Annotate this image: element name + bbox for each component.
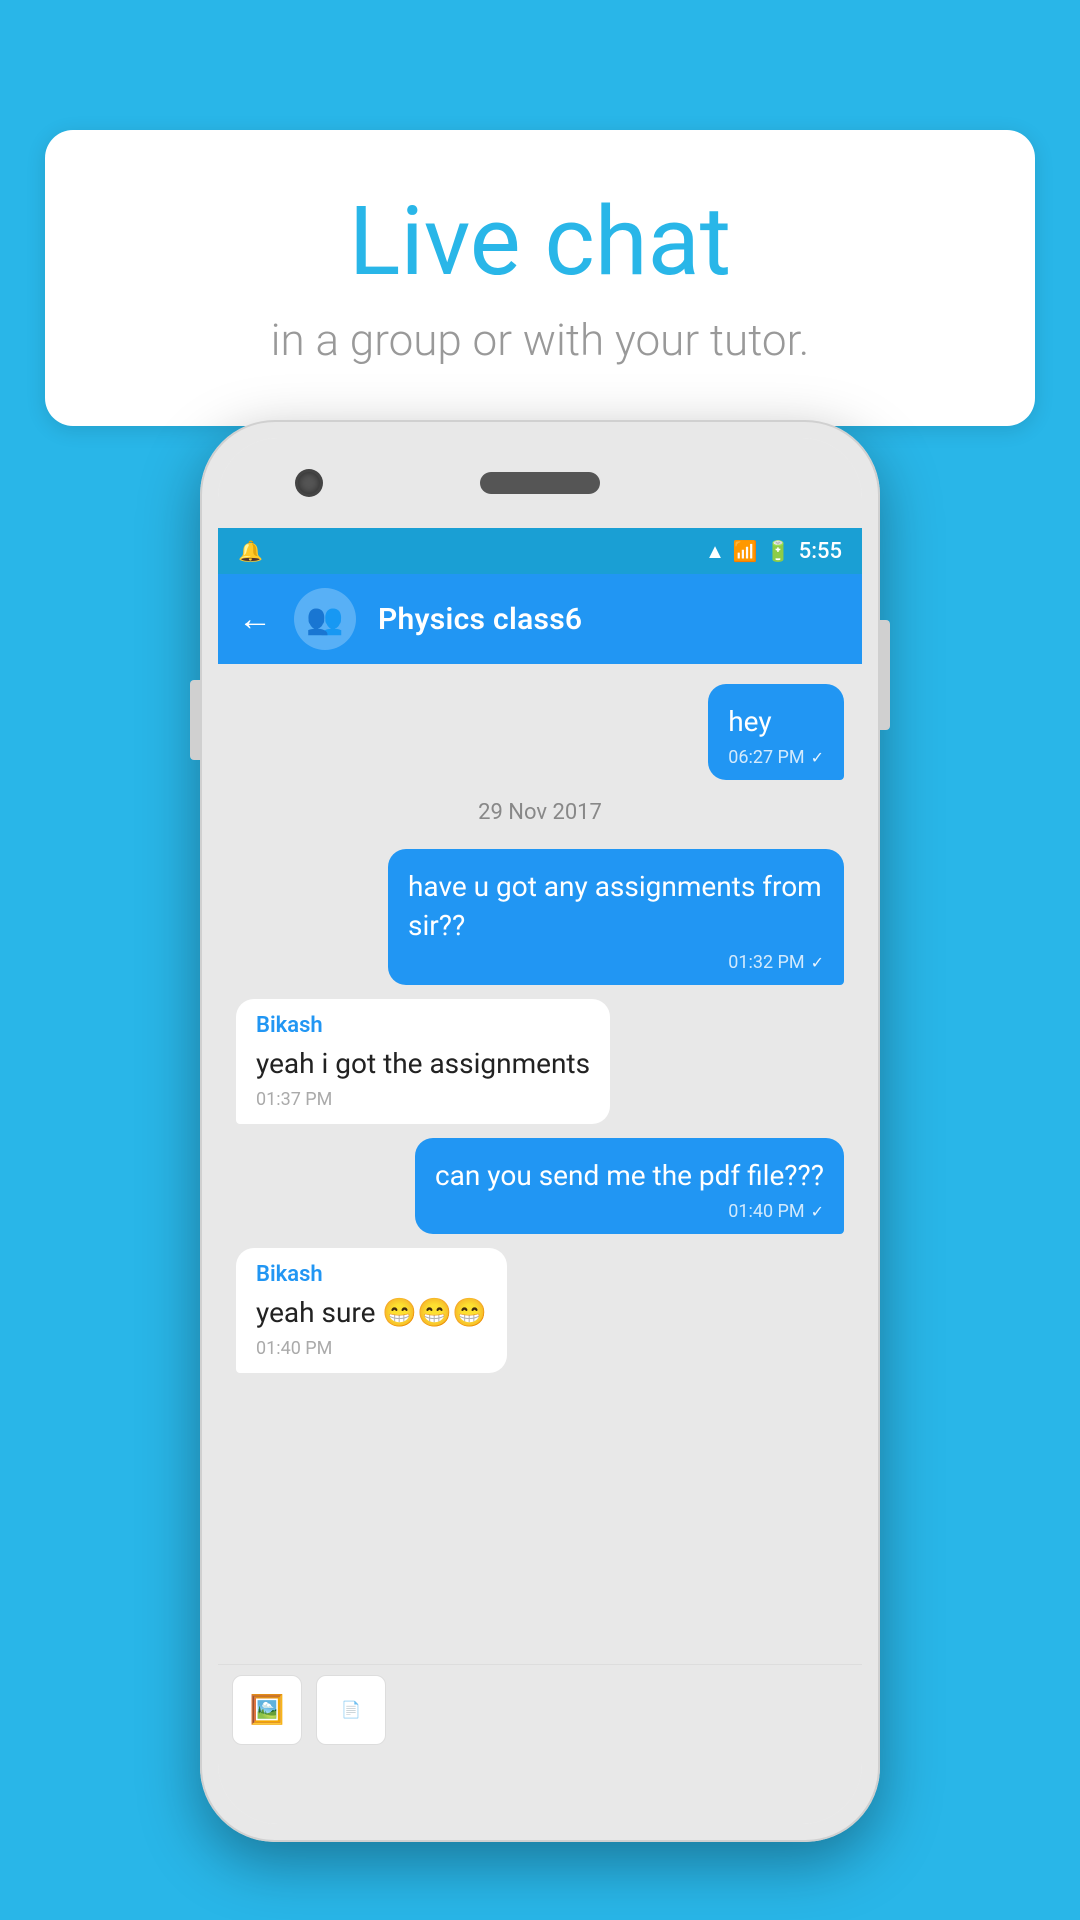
message-row: Bikash yeah i got the assignments 01:37 …	[236, 999, 844, 1124]
attach-image-button[interactable]: 🖼️	[232, 1675, 302, 1745]
input-bar: 🖼️ 📄	[218, 1664, 862, 1754]
message-meta: 01:40 PM ✓	[435, 1201, 824, 1222]
message-time: 01:32 PM	[728, 952, 804, 973]
speech-bubble-card: Live chat in a group or with your tutor.	[45, 130, 1035, 426]
date-divider: 29 Nov 2017	[236, 800, 844, 825]
signal-icon: 📶	[733, 539, 758, 563]
chat-title: Physics class6	[378, 602, 582, 637]
message-time: 01:40 PM	[728, 1201, 804, 1222]
phone-bottom-bezel	[218, 1754, 862, 1824]
outgoing-bubble: hey 06:27 PM ✓	[708, 684, 844, 780]
back-button[interactable]: ←	[238, 599, 272, 639]
message-meta: 01:32 PM ✓	[408, 952, 824, 973]
message-time: 01:40 PM	[256, 1338, 332, 1359]
message-text: can you send me the pdf file???	[435, 1156, 824, 1195]
message-row: have u got any assignments from sir?? 01…	[236, 849, 844, 984]
message-text: have u got any assignments from sir??	[408, 867, 824, 945]
phone-top-bezel	[218, 438, 862, 528]
status-bar: 🔔 ▲ 📶 🔋 5:55	[218, 528, 862, 574]
check-icon: ✓	[811, 748, 824, 767]
front-camera-icon	[298, 472, 320, 494]
phone-outer-shell: 🔔 ▲ 📶 🔋 5:55 ← 👥 Physics class6	[200, 420, 880, 1842]
message-row: Bikash yeah sure 😁😁😁 01:40 PM	[236, 1248, 844, 1373]
live-chat-subtitle: in a group or with your tutor.	[115, 314, 965, 366]
status-bar-left: 🔔	[238, 539, 263, 563]
sender-name: Bikash	[256, 1013, 590, 1038]
message-text: hey	[728, 702, 824, 741]
message-text: yeah i got the assignments	[256, 1044, 590, 1083]
speaker-icon	[480, 472, 600, 494]
image-attach-icon: 🖼️	[250, 1693, 285, 1726]
phone-mockup: 🔔 ▲ 📶 🔋 5:55 ← 👥 Physics class6	[200, 420, 880, 1842]
outgoing-bubble: can you send me the pdf file??? 01:40 PM…	[415, 1138, 844, 1234]
outgoing-bubble: have u got any assignments from sir?? 01…	[388, 849, 844, 984]
message-meta: 06:27 PM ✓	[728, 747, 824, 768]
group-avatar: 👥	[294, 588, 356, 650]
message-text: yeah sure 😁😁😁	[256, 1293, 487, 1332]
message-meta: 01:40 PM	[256, 1338, 487, 1359]
wifi-icon: ▲	[705, 539, 725, 564]
group-icon: 👥	[306, 602, 343, 637]
attach-doc-button[interactable]: 📄	[316, 1675, 386, 1745]
doc-attach-icon: 📄	[341, 1700, 361, 1719]
live-chat-title: Live chat	[115, 190, 965, 296]
check-icon: ✓	[811, 953, 824, 972]
chat-area: hey 06:27 PM ✓ 29 Nov 2017 have u got an	[218, 664, 862, 1664]
incoming-bubble: Bikash yeah sure 😁😁😁 01:40 PM	[236, 1248, 507, 1373]
phone-screen: 🔔 ▲ 📶 🔋 5:55 ← 👥 Physics class6	[218, 528, 862, 1754]
message-meta: 01:37 PM	[256, 1089, 590, 1110]
incoming-bubble: Bikash yeah i got the assignments 01:37 …	[236, 999, 610, 1124]
message-row: hey 06:27 PM ✓	[236, 684, 844, 780]
check-icon: ✓	[811, 1202, 824, 1221]
status-time: 5:55	[799, 539, 842, 564]
notification-icon: 🔔	[238, 539, 263, 563]
phone-inner-shell: 🔔 ▲ 📶 🔋 5:55 ← 👥 Physics class6	[218, 438, 862, 1824]
status-bar-right: ▲ 📶 🔋 5:55	[705, 539, 842, 564]
message-time: 06:27 PM	[728, 747, 804, 768]
battery-icon: 🔋	[766, 539, 791, 563]
message-time: 01:37 PM	[256, 1089, 332, 1110]
sender-name: Bikash	[256, 1262, 487, 1287]
app-bar: ← 👥 Physics class6	[218, 574, 862, 664]
message-row: can you send me the pdf file??? 01:40 PM…	[236, 1138, 844, 1234]
